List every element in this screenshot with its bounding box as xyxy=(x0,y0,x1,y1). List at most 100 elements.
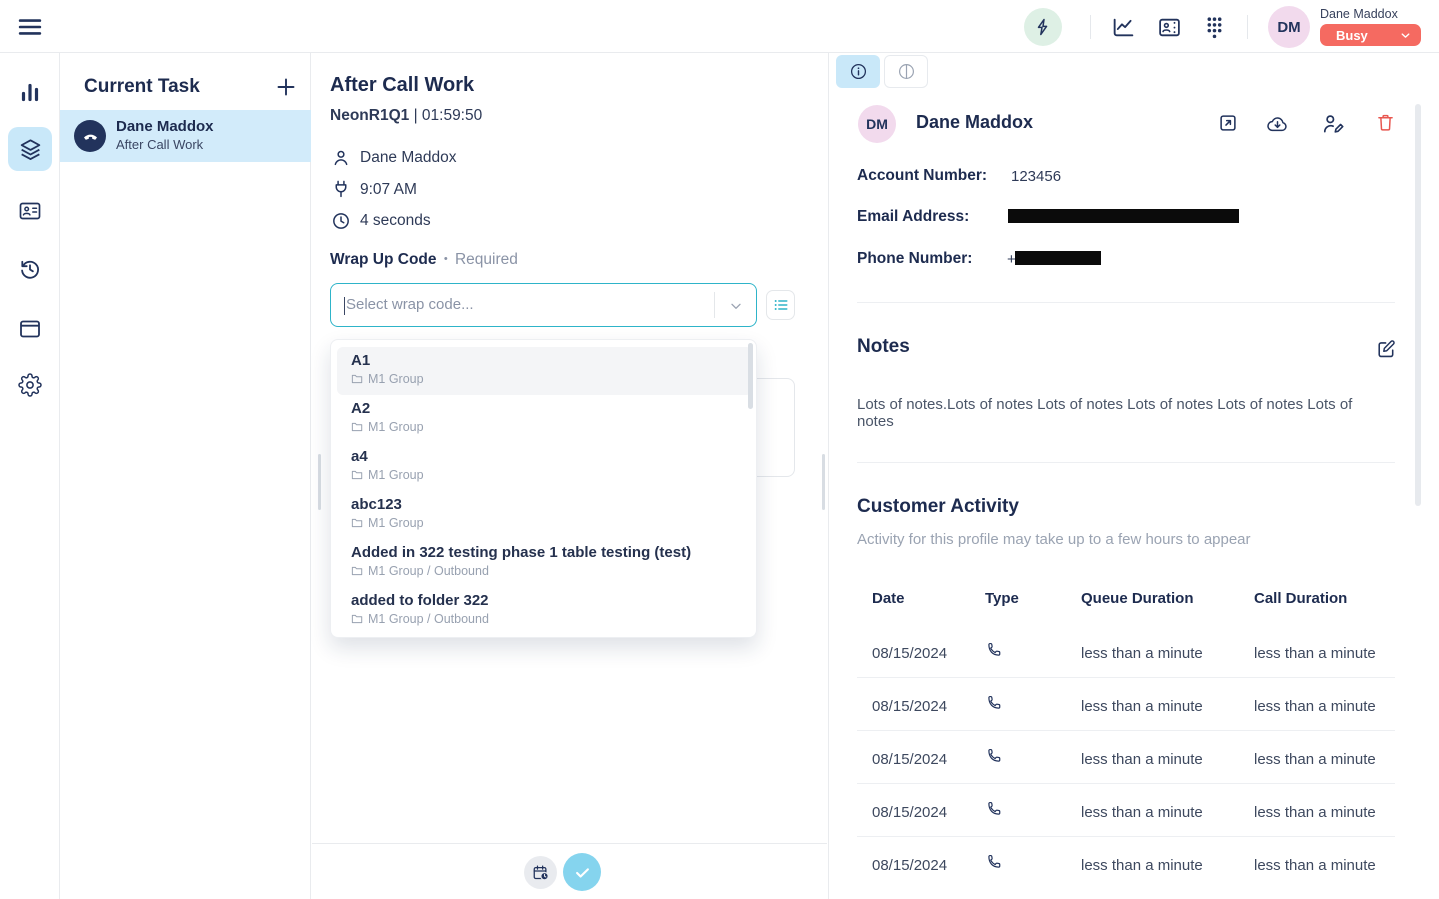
contact-card-icon xyxy=(18,199,42,223)
sidebar-item-settings[interactable] xyxy=(18,373,42,397)
column-header-date: Date xyxy=(872,590,905,607)
panel-resize-handle-right[interactable] xyxy=(822,454,825,510)
hamburger-menu-button[interactable] xyxy=(16,13,44,41)
dropdown-option[interactable]: A1 M1 Group xyxy=(337,347,752,395)
bolt-icon xyxy=(1033,17,1053,37)
reporting-button[interactable] xyxy=(1111,15,1136,40)
panel-resize-handle-left[interactable] xyxy=(318,454,321,510)
table-row[interactable]: 08/15/2024 less than a minute less than … xyxy=(857,678,1395,731)
dropdown-scrollbar[interactable] xyxy=(748,343,753,409)
contacts-button[interactable] xyxy=(1157,15,1182,40)
folder-icon xyxy=(351,517,363,529)
complete-task-button[interactable] xyxy=(563,853,601,891)
profile-name: Dane Maddox xyxy=(916,112,1033,133)
phone-icon xyxy=(82,128,99,145)
trash-icon xyxy=(1375,111,1396,134)
app-sidebar xyxy=(0,53,60,899)
notes-text: Lots of notes.Lots of notes Lots of note… xyxy=(857,396,1387,430)
chevron-down-icon xyxy=(1399,29,1412,42)
dropdown-option[interactable]: A2 M1 Group xyxy=(337,395,752,443)
task-contact-name: Dane Maddox xyxy=(116,118,214,135)
task-avatar xyxy=(74,120,106,152)
duration-row-icon xyxy=(331,211,351,231)
dropdown-option[interactable]: added to folder 322 M1 Group / Outbound xyxy=(337,587,752,635)
current-task-panel: Current Task Dane Maddox After Call Work xyxy=(60,53,311,899)
folder-icon xyxy=(351,421,363,433)
user-avatar[interactable]: DM xyxy=(1268,6,1310,48)
table-row[interactable]: 08/15/2024 less than a minute less than … xyxy=(857,731,1395,784)
sidebar-item-browser[interactable] xyxy=(18,317,42,341)
open-in-new-icon xyxy=(1217,112,1239,134)
sidebar-item-analytics[interactable] xyxy=(18,80,42,104)
avatar-initials: DM xyxy=(1277,19,1300,36)
dropdown-option[interactable]: abc123 M1 Group xyxy=(337,491,752,539)
sidebar-item-contacts[interactable] xyxy=(18,199,42,223)
wrap-code-list-button[interactable] xyxy=(766,290,795,320)
brain-icon xyxy=(897,62,916,81)
person-edit-icon xyxy=(1321,112,1345,136)
table-row[interactable]: 08/15/2024 less than a minute less than … xyxy=(857,625,1395,678)
tab-profile-info[interactable] xyxy=(836,55,880,88)
email-label: Email Address: xyxy=(857,208,969,226)
column-header-queue-duration: Queue Duration xyxy=(1081,590,1194,607)
customer-activity-subtitle: Activity for this profile may take up to… xyxy=(857,531,1251,548)
user-icon xyxy=(331,148,351,168)
layers-icon xyxy=(18,137,43,162)
task-duration: 4 seconds xyxy=(360,212,431,230)
contact-row-icon xyxy=(331,148,351,168)
section-divider xyxy=(857,462,1395,463)
task-type-label: After Call Work xyxy=(116,137,203,152)
panel-scrollbar[interactable] xyxy=(1415,104,1421,506)
footer-divider xyxy=(312,843,827,844)
open-profile-button[interactable] xyxy=(1217,112,1239,134)
dropdown-option[interactable]: Added in 322 testing phase 1 table testi… xyxy=(337,539,752,587)
column-header-call-duration: Call Duration xyxy=(1254,590,1347,607)
task-list-item[interactable]: Dane Maddox After Call Work xyxy=(60,110,311,162)
list-icon xyxy=(773,297,789,313)
check-icon xyxy=(573,863,592,882)
gear-icon xyxy=(18,373,42,397)
edit-notes-button[interactable] xyxy=(1375,338,1397,360)
customer-activity-title: Customer Activity xyxy=(857,496,1019,518)
queue-name: NeonR1Q1 xyxy=(330,107,409,124)
activity-table: Date Type Queue Duration Call Duration 0… xyxy=(857,581,1395,899)
bar-chart-icon xyxy=(18,80,42,104)
folder-icon xyxy=(351,373,363,385)
history-icon xyxy=(18,257,42,281)
header-divider xyxy=(1247,15,1248,39)
section-divider xyxy=(857,302,1395,303)
sidebar-item-tasks[interactable] xyxy=(8,127,52,171)
add-task-button[interactable] xyxy=(274,75,298,99)
status-badge: Busy xyxy=(1336,28,1368,43)
sidebar-item-history[interactable] xyxy=(18,257,42,281)
table-row[interactable]: 08/15/2024 less than a minute less than … xyxy=(857,837,1395,890)
dropdown-option[interactable]: a4 M1 Group xyxy=(337,443,752,491)
current-task-title: Current Task xyxy=(84,76,200,98)
table-row[interactable]: 08/15/2024 less than a minute less than … xyxy=(857,784,1395,837)
header-user-name: Dane Maddox xyxy=(1320,7,1398,21)
calendar-clock-icon xyxy=(532,864,550,882)
pencil-square-icon xyxy=(1375,338,1397,360)
folder-icon xyxy=(351,469,363,481)
info-icon xyxy=(849,62,868,81)
column-header-type: Type xyxy=(985,590,1019,607)
phone-label: Phone Number: xyxy=(857,250,972,268)
delete-profile-button[interactable] xyxy=(1375,111,1396,134)
plus-icon xyxy=(274,75,298,99)
wrap-code-select[interactable]: Select wrap code... xyxy=(330,283,757,327)
chevron-down-icon[interactable] xyxy=(728,298,744,314)
account-number-value: 123456 xyxy=(1011,168,1061,185)
dialpad-button[interactable] xyxy=(1202,14,1227,40)
download-profile-button[interactable] xyxy=(1265,112,1290,136)
power-dialer-button[interactable] xyxy=(1024,8,1062,46)
wrap-up-code-label-row: Wrap Up Code • Required xyxy=(330,251,518,269)
task-timer: | 01:59:50 xyxy=(414,107,483,124)
contact-name: Dane Maddox xyxy=(360,149,457,167)
schedule-callback-button[interactable] xyxy=(524,856,557,889)
wrap-up-code-label: Wrap Up Code xyxy=(330,251,437,268)
time-row-icon xyxy=(331,179,351,199)
window-icon xyxy=(18,317,42,341)
tab-ai-insights[interactable] xyxy=(884,55,928,88)
status-dropdown-button[interactable]: Busy xyxy=(1320,24,1421,46)
edit-contact-button[interactable] xyxy=(1321,112,1345,136)
